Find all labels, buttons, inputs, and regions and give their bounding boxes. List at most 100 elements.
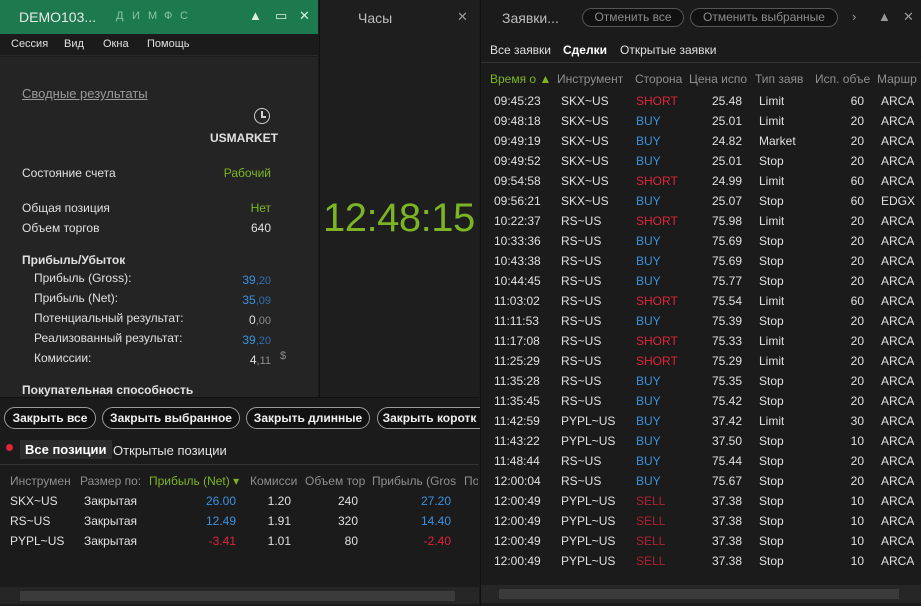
account-tab-letter[interactable]: Ф bbox=[164, 10, 180, 22]
positions-scrollbar[interactable] bbox=[0, 587, 479, 604]
account-tab-letter[interactable]: М bbox=[148, 10, 164, 22]
cell-type: Stop bbox=[759, 434, 784, 448]
table-row[interactable]: 11:35:45 RS~US BUY 75.42 Stop 20 ARCA bbox=[481, 394, 921, 414]
cell-route: ARCA bbox=[881, 314, 915, 328]
menu-help[interactable]: Помощь bbox=[147, 38, 190, 50]
account-window-titlebar[interactable]: DEMO103... ДИМФС ▲ ▭ ✕ bbox=[0, 0, 318, 34]
cell-price: 75.39 bbox=[711, 314, 742, 328]
net-profit-value: 35,09 bbox=[200, 293, 271, 307]
table-row[interactable]: 12:00:49 PYPL~US SELL 37.38 Stop 10 ARCA bbox=[481, 554, 921, 574]
col-net-profit[interactable]: Прибыль (Net) ▾ bbox=[149, 474, 245, 488]
account-tab-letter[interactable]: Д bbox=[116, 10, 132, 22]
cell-price: 75.69 bbox=[711, 254, 742, 268]
table-row[interactable]: 12:00:49 PYPL~US SELL 37.38 Stop 10 ARCA bbox=[481, 514, 921, 534]
cell-qty: 60 bbox=[850, 94, 864, 108]
close-short-button[interactable]: Закрыть коротк bbox=[377, 407, 481, 429]
table-row[interactable]: 12:00:49 PYPL~US SELL 37.38 Stop 10 ARCA bbox=[481, 534, 921, 554]
table-row[interactable]: SKX~US Закрытая 26.00 1.20 240 27.20 bbox=[0, 494, 479, 514]
cell-price: 75.67 bbox=[711, 474, 742, 488]
menu-view[interactable]: Вид bbox=[64, 38, 84, 50]
cell-instrument: SKX~US bbox=[561, 194, 609, 208]
cancel-selected-button[interactable]: Отменить выбранные bbox=[690, 8, 838, 27]
menu-windows[interactable]: Окна bbox=[103, 38, 129, 50]
col-time[interactable]: Время о ▲ bbox=[490, 72, 552, 86]
menu-session[interactable]: Сессия bbox=[11, 38, 48, 50]
col-gross-profit[interactable]: Прибыль (Gros bbox=[372, 474, 456, 488]
cell-side: BUY bbox=[636, 314, 661, 328]
positions-window: Закрыть все Закрыть выбранное Закрыть дл… bbox=[0, 397, 481, 606]
cell-type: Stop bbox=[759, 254, 784, 268]
table-row[interactable]: PYPL~US Закрытая -3.41 1.01 80 -2.40 bbox=[0, 534, 479, 554]
tab-open-positions[interactable]: Открытые позиции bbox=[113, 443, 227, 458]
table-row[interactable]: RS~US Закрытая 12.49 1.91 320 14.40 bbox=[0, 514, 479, 534]
cell-route: EDGX bbox=[881, 194, 916, 208]
table-row[interactable]: 09:49:19 SKX~US BUY 24.82 Market 20 ARCA bbox=[481, 134, 921, 154]
summary-link[interactable]: Сводные результаты bbox=[22, 86, 148, 101]
cell-qty: 20 bbox=[850, 374, 864, 388]
close-long-button[interactable]: Закрыть длинные bbox=[246, 407, 370, 429]
cell-route: ARCA bbox=[881, 274, 915, 288]
col-side[interactable]: Сторона bbox=[635, 72, 683, 86]
cell-instrument: SKX~US bbox=[561, 154, 609, 168]
table-row[interactable]: 11:03:02 RS~US SHORT 75.54 Limit 60 ARCA bbox=[481, 294, 921, 314]
table-row[interactable]: 11:43:22 PYPL~US BUY 37.50 Stop 10 ARCA bbox=[481, 434, 921, 454]
account-tab-letter[interactable]: И bbox=[132, 10, 148, 22]
minimize-icon[interactable]: ▲ bbox=[249, 8, 262, 23]
close-icon[interactable]: ✕ bbox=[299, 8, 310, 24]
table-row[interactable]: 09:49:52 SKX~US BUY 25.01 Stop 20 ARCA bbox=[481, 154, 921, 174]
cancel-all-button[interactable]: Отменить все bbox=[582, 8, 684, 27]
scrollbar-thumb[interactable] bbox=[20, 591, 455, 601]
table-row[interactable]: 09:54:58 SKX~US SHORT 24.99 Limit 60 ARCA bbox=[481, 174, 921, 194]
close-icon[interactable]: ✕ bbox=[457, 9, 468, 25]
table-row[interactable]: 12:00:04 RS~US BUY 75.67 Stop 20 ARCA bbox=[481, 474, 921, 494]
col-route[interactable]: Маршр bbox=[877, 72, 921, 86]
cell-route: ARCA bbox=[881, 374, 915, 388]
table-row[interactable]: 10:22:37 RS~US SHORT 75.98 Limit 20 ARCA bbox=[481, 214, 921, 234]
commission-label: Комиссии: bbox=[34, 351, 92, 365]
minimize-icon[interactable]: ▲ bbox=[878, 9, 891, 24]
tab-trades[interactable]: Сделки bbox=[563, 43, 607, 57]
table-row[interactable]: 11:25:29 RS~US SHORT 75.29 Limit 20 ARCA bbox=[481, 354, 921, 374]
col-order-type[interactable]: Тип заяв bbox=[755, 72, 807, 86]
chevron-right-icon[interactable]: › bbox=[852, 9, 856, 24]
col-extra[interactable]: По bbox=[464, 474, 478, 488]
table-row[interactable]: 09:45:23 SKX~US SHORT 25.48 Limit 60 ARCA bbox=[481, 94, 921, 114]
tab-open-orders[interactable]: Открытые заявки bbox=[620, 43, 717, 57]
scrollbar-thumb[interactable] bbox=[499, 589, 899, 599]
table-row[interactable]: 10:33:36 RS~US BUY 75.69 Stop 20 ARCA bbox=[481, 234, 921, 254]
orders-scrollbar[interactable] bbox=[481, 585, 921, 603]
table-row[interactable]: 11:42:59 PYPL~US BUY 37.42 Limit 30 ARCA bbox=[481, 414, 921, 434]
table-row[interactable]: 11:35:28 RS~US BUY 75.35 Stop 20 ARCA bbox=[481, 374, 921, 394]
table-row[interactable]: 11:11:53 RS~US BUY 75.39 Stop 20 ARCA bbox=[481, 314, 921, 334]
col-instrument[interactable]: Инструмен bbox=[10, 474, 76, 488]
col-size[interactable]: Размер по: bbox=[80, 474, 144, 488]
close-selected-button[interactable]: Закрыть выбранное bbox=[102, 407, 240, 429]
cell-route: ARCA bbox=[881, 534, 915, 548]
col-exec-qty[interactable]: Исп. объе bbox=[815, 72, 871, 86]
maximize-icon[interactable]: ▭ bbox=[275, 8, 287, 24]
clock-icon[interactable] bbox=[254, 108, 270, 124]
cell-instrument: SKX~US bbox=[561, 114, 609, 128]
total-position-label: Общая позиция bbox=[22, 201, 110, 215]
account-tab-letter[interactable]: С bbox=[180, 10, 196, 22]
close-all-button[interactable]: Закрыть все bbox=[4, 407, 96, 429]
table-row[interactable]: 11:17:08 RS~US SHORT 75.33 Limit 20 ARCA bbox=[481, 334, 921, 354]
cell-qty: 30 bbox=[850, 414, 864, 428]
table-row[interactable]: 09:56:21 SKX~US BUY 25.07 Stop 60 EDGX bbox=[481, 194, 921, 214]
cell-time: 09:56:21 bbox=[494, 194, 541, 208]
tab-all-positions[interactable]: Все позиции bbox=[20, 440, 112, 459]
tab-all-orders[interactable]: Все заявки bbox=[490, 43, 551, 57]
cell-type: Stop bbox=[759, 454, 784, 468]
table-row[interactable]: 10:44:45 RS~US BUY 75.77 Stop 20 ARCA bbox=[481, 274, 921, 294]
col-volume[interactable]: Объем тор bbox=[305, 474, 367, 488]
cell-type: Stop bbox=[759, 554, 784, 568]
table-row[interactable]: 12:00:49 PYPL~US SELL 37.38 Stop 10 ARCA bbox=[481, 494, 921, 514]
table-row[interactable]: 11:48:44 RS~US BUY 75.44 Stop 20 ARCA bbox=[481, 454, 921, 474]
account-window-title: DEMO103... bbox=[19, 9, 97, 25]
col-commission[interactable]: Комисси bbox=[250, 474, 300, 488]
table-row[interactable]: 10:43:38 RS~US BUY 75.69 Stop 20 ARCA bbox=[481, 254, 921, 274]
close-icon[interactable]: ✕ bbox=[903, 9, 914, 25]
table-row[interactable]: 09:48:18 SKX~US BUY 25.01 Limit 20 ARCA bbox=[481, 114, 921, 134]
col-exec-price[interactable]: Цена испо bbox=[689, 72, 747, 86]
col-instrument[interactable]: Инструмент bbox=[557, 72, 627, 86]
